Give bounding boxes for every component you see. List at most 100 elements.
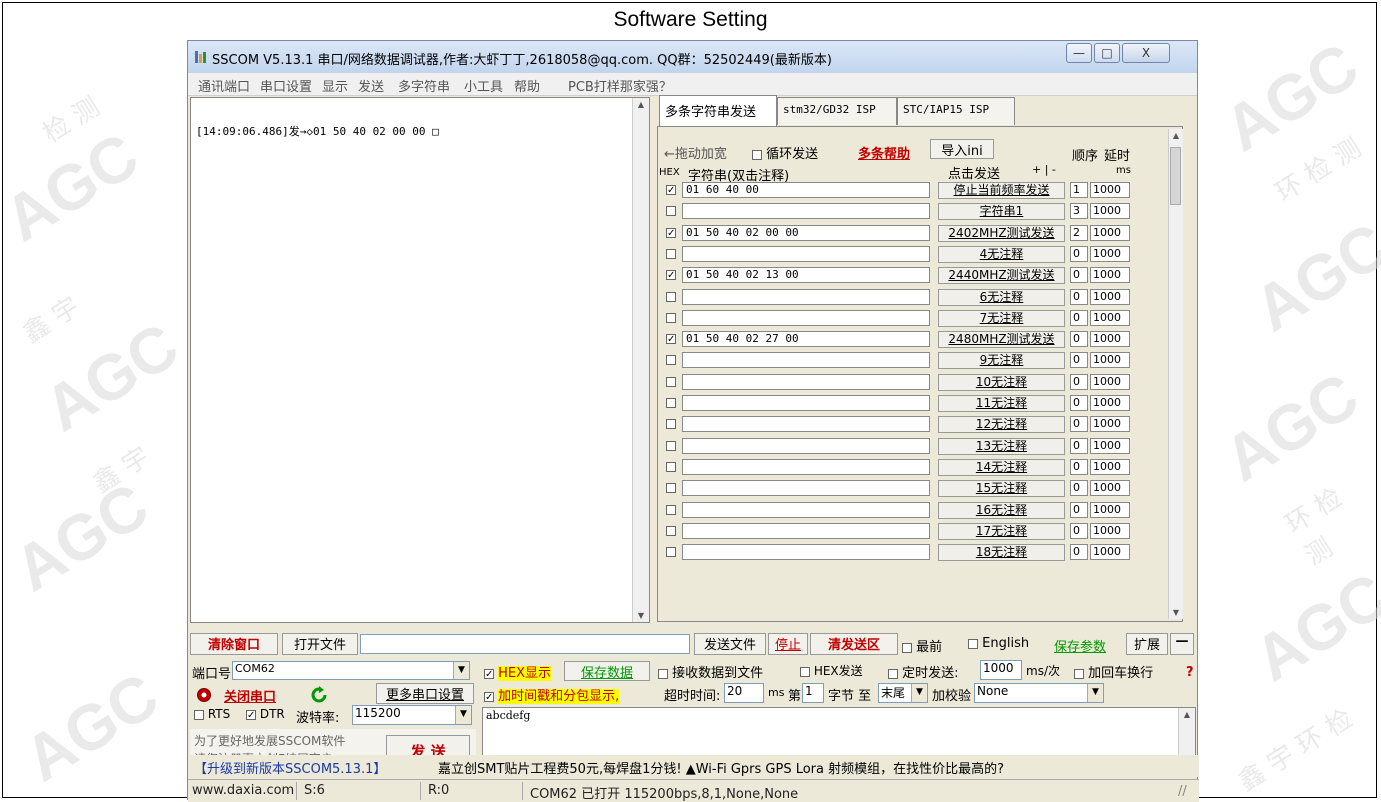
row-data-input[interactable]: [682, 395, 930, 411]
chevron-down-icon[interactable]: ▼: [911, 684, 927, 702]
receive-scrollbar[interactable]: ▲ ▼: [632, 98, 649, 622]
row-delay-input[interactable]: 1000: [1090, 182, 1130, 198]
drag-widen-label[interactable]: ←拖动加宽: [664, 143, 727, 162]
row-data-input[interactable]: [682, 416, 930, 433]
row-order-input[interactable]: 0: [1070, 245, 1088, 262]
row-order-input[interactable]: 0: [1070, 501, 1088, 518]
topmost-checkbox[interactable]: [902, 642, 912, 653]
close-button[interactable]: X: [1122, 43, 1170, 63]
row-hex-checkbox[interactable]: [666, 461, 676, 472]
row-order-input[interactable]: 0: [1070, 309, 1088, 326]
row-delay-input[interactable]: 1000: [1090, 331, 1130, 348]
save-params-link[interactable]: 保存参数: [1054, 636, 1106, 655]
row-order-input[interactable]: 0: [1070, 288, 1088, 305]
row-delay-input[interactable]: 1000: [1090, 309, 1130, 326]
row-order-input[interactable]: 0: [1070, 458, 1088, 475]
resize-grip-icon[interactable]: //: [1178, 784, 1187, 799]
scroll-up-icon[interactable]: ▲: [1169, 131, 1183, 140]
row-hex-checkbox[interactable]: [666, 312, 676, 323]
row-send-button[interactable]: 停止当前频率发送: [938, 182, 1065, 199]
menu-tools[interactable]: 小工具: [464, 76, 503, 95]
tail-select[interactable]: 末尾 ▼: [878, 683, 928, 703]
maximize-button[interactable]: □: [1094, 43, 1120, 63]
tab-stm32-isp[interactable]: stm32/GD32 ISP: [777, 97, 897, 125]
loop-send-checkbox[interactable]: [752, 149, 762, 160]
menu-display[interactable]: 显示: [322, 76, 348, 95]
row-send-button[interactable]: 12无注释: [938, 416, 1065, 434]
dtr-checkbox[interactable]: ✓: [246, 709, 256, 720]
byte-start-input[interactable]: 1: [802, 683, 824, 703]
row-hex-checkbox[interactable]: [666, 504, 676, 515]
row-send-button[interactable]: 9无注释: [938, 352, 1065, 370]
row-order-input[interactable]: 3: [1070, 203, 1088, 220]
row-order-input[interactable]: 0: [1070, 352, 1088, 369]
row-delay-input[interactable]: 1000: [1090, 501, 1130, 518]
row-send-button[interactable]: 16无注释: [938, 501, 1065, 519]
row-send-button[interactable]: 7无注释: [938, 309, 1065, 327]
file-path-field[interactable]: [360, 634, 690, 654]
send-file-button[interactable]: 发送文件: [694, 633, 766, 655]
row-send-button[interactable]: 15无注释: [938, 480, 1065, 498]
row-delay-input[interactable]: 1000: [1090, 288, 1130, 305]
clear-send-button[interactable]: 清发送区: [810, 633, 898, 655]
tab-stc-isp[interactable]: STC/IAP15 ISP: [897, 97, 1015, 125]
row-send-button[interactable]: 13无注释: [938, 437, 1065, 455]
refresh-icon[interactable]: [310, 686, 328, 704]
help-question-icon[interactable]: ?: [1186, 665, 1194, 680]
row-hex-checkbox[interactable]: [666, 483, 676, 494]
baud-select[interactable]: 115200 ▼: [352, 705, 472, 725]
timed-send-toggle[interactable]: 定时发送:: [888, 662, 959, 681]
menu-pcb-ad[interactable]: PCB打样那家强？: [568, 76, 672, 95]
row-order-input[interactable]: 1: [1070, 182, 1088, 198]
row-data-input[interactable]: [682, 309, 930, 326]
hex-display-checkbox[interactable]: ✓: [484, 668, 494, 679]
dtr-toggle[interactable]: ✓ DTR: [246, 707, 285, 721]
row-data-input[interactable]: [682, 288, 930, 305]
row-delay-input[interactable]: 1000: [1090, 458, 1130, 475]
row-data-input[interactable]: [682, 522, 930, 539]
recv-to-file-toggle[interactable]: 接收数据到文件: [658, 662, 763, 681]
english-checkbox[interactable]: [968, 638, 978, 649]
row-delay-input[interactable]: 1000: [1090, 352, 1130, 369]
tab-multi-string[interactable]: 多条字符串发送: [659, 95, 777, 126]
row-hex-checkbox[interactable]: ✓: [666, 185, 676, 196]
row-order-input[interactable]: 0: [1070, 522, 1088, 539]
multi-help-link[interactable]: 多条帮助: [858, 143, 910, 162]
timestamp-toggle[interactable]: ✓ 加时间戳和分包显示,: [484, 685, 620, 704]
hex-send-toggle[interactable]: HEX发送: [800, 662, 863, 679]
row-send-button[interactable]: 字符串1: [938, 203, 1065, 221]
row-send-button[interactable]: 2402MHZ测试发送: [938, 224, 1065, 242]
menu-comm-port[interactable]: 通讯端口: [198, 76, 250, 95]
topmost-toggle[interactable]: 最前: [902, 636, 942, 655]
timestamp-checkbox[interactable]: ✓: [484, 691, 494, 702]
rts-checkbox[interactable]: [194, 709, 204, 720]
close-port-button[interactable]: 关闭串口: [224, 686, 276, 705]
row-order-input[interactable]: 0: [1070, 331, 1088, 348]
menu-multi-string[interactable]: 多字符串: [398, 76, 450, 95]
row-data-input[interactable]: 01 50 40 02 27 00: [682, 331, 930, 348]
row-hex-checkbox[interactable]: ✓: [666, 227, 676, 238]
chevron-down-icon[interactable]: ▼: [453, 662, 469, 679]
row-send-button[interactable]: 17无注释: [938, 522, 1065, 540]
row-send-button[interactable]: 14无注释: [938, 458, 1065, 476]
scroll-thumb[interactable]: [1170, 147, 1181, 205]
english-toggle[interactable]: English: [968, 636, 1029, 651]
row-hex-checkbox[interactable]: [666, 440, 676, 451]
row-delay-input[interactable]: 1000: [1090, 203, 1130, 220]
open-file-button[interactable]: 打开文件: [282, 633, 358, 655]
expand-button[interactable]: 扩展: [1126, 633, 1168, 655]
recv-to-file-checkbox[interactable]: [658, 668, 668, 679]
row-data-input[interactable]: [682, 245, 930, 262]
row-data-input[interactable]: 01 50 40 02 13 00: [682, 267, 930, 284]
row-data-input[interactable]: [682, 458, 930, 475]
scroll-down-icon[interactable]: ▼: [1169, 608, 1183, 617]
add-crlf-toggle[interactable]: 加回车换行: [1074, 662, 1153, 681]
row-delay-input[interactable]: 1000: [1090, 480, 1130, 497]
checksum-select[interactable]: None ▼: [974, 683, 1104, 703]
row-delay-input[interactable]: 1000: [1090, 544, 1130, 561]
row-data-input[interactable]: [682, 501, 930, 518]
row-hex-checkbox[interactable]: [666, 291, 676, 302]
row-hex-checkbox[interactable]: [666, 206, 676, 217]
row-order-input[interactable]: 0: [1070, 267, 1088, 284]
row-order-input[interactable]: 0: [1070, 416, 1088, 433]
